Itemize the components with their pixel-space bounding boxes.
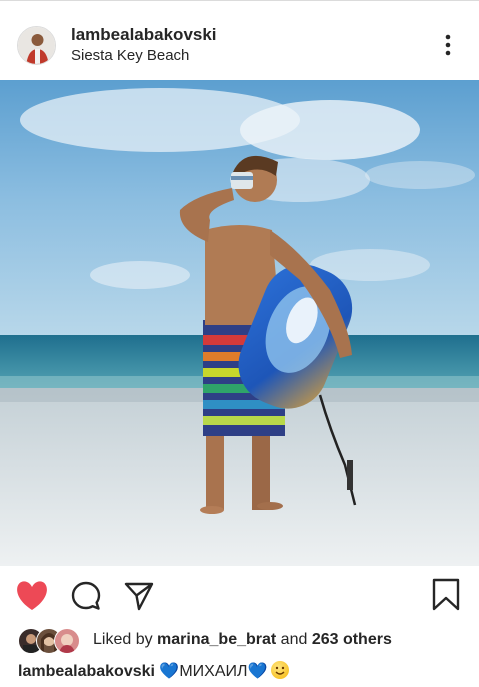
- liker-username-link[interactable]: marina_be_brat: [157, 631, 276, 648]
- likes-count-link[interactable]: 263 others: [312, 631, 392, 648]
- avatar[interactable]: [17, 26, 56, 65]
- liker-avatars[interactable]: [18, 628, 84, 654]
- post-header: lambealabakovski Siesta Key Beach: [0, 0, 479, 82]
- caption-username[interactable]: lambealabakovski: [18, 663, 155, 680]
- bookmark-icon[interactable]: [431, 578, 461, 612]
- action-bar: [0, 566, 479, 626]
- comment-icon[interactable]: [70, 580, 102, 612]
- likes-row: Liked by marina_be_brat and 263 others: [0, 626, 479, 656]
- liked-by-prefix: Liked by: [93, 631, 158, 648]
- liked-by-and: and: [276, 631, 312, 648]
- liked-by-text: Liked by marina_be_brat and 263 others: [93, 631, 392, 649]
- paper-plane-icon[interactable]: [123, 580, 155, 612]
- post-photo[interactable]: [0, 80, 479, 566]
- caption: lambealabakovski 💙МИХАИЛ💙: [18, 661, 290, 681]
- post-location[interactable]: Siesta Key Beach: [71, 47, 189, 64]
- liker-avatar: [54, 628, 80, 654]
- more-vertical-icon[interactable]: [438, 31, 458, 59]
- smiling-face-icon: [271, 661, 290, 679]
- caption-text: 💙МИХАИЛ💙: [159, 663, 268, 680]
- heart-filled-icon[interactable]: [15, 580, 49, 612]
- post-username[interactable]: lambealabakovski: [71, 25, 217, 45]
